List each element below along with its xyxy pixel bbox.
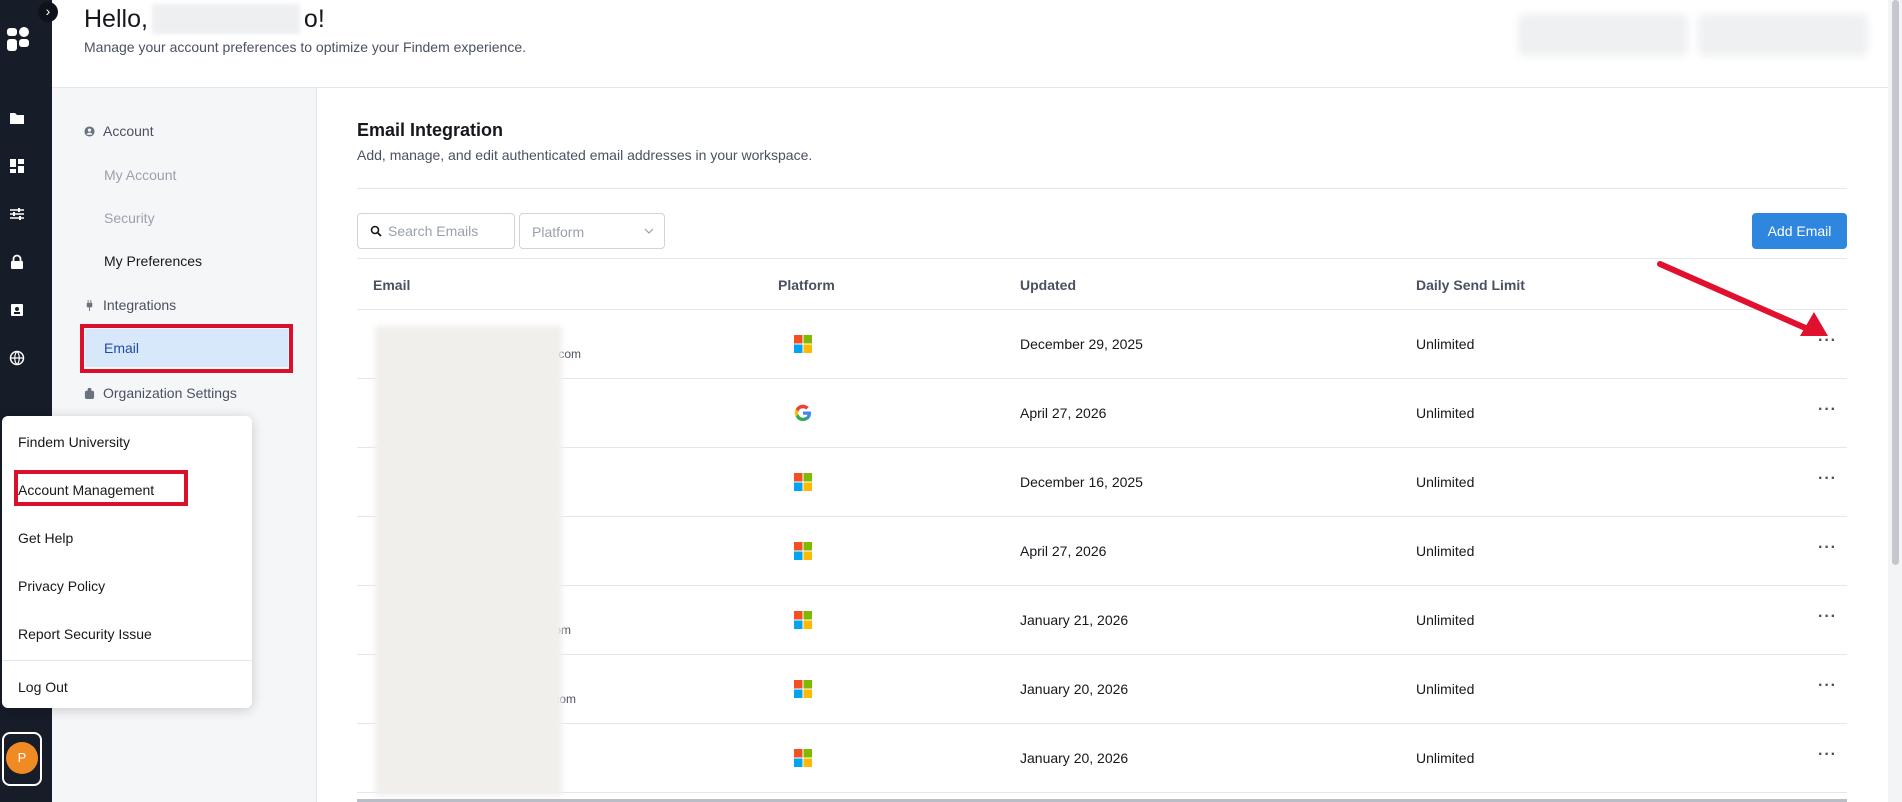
updated-cell: December 29, 2025 xyxy=(1020,336,1143,352)
updated-cell: January 21, 2026 xyxy=(1020,612,1129,628)
table-row[interactable]: nJanuary 20, 2026Unlimited··· xyxy=(357,724,1847,793)
microsoft-icon xyxy=(794,473,812,491)
chevron-down-icon xyxy=(644,228,654,234)
folder-icon[interactable] xyxy=(9,110,25,126)
daily-send-limit-cell: Unlimited xyxy=(1416,612,1475,628)
daily-send-limit-cell: Unlimited xyxy=(1416,681,1475,697)
microsoft-icon xyxy=(794,335,812,353)
more-options-icon[interactable]: ··· xyxy=(1818,470,1837,488)
plug-icon xyxy=(86,299,93,311)
menu-item-log-out[interactable]: Log Out xyxy=(18,679,68,695)
table-body: .comDecember 29, 2025Unlimited···mApril … xyxy=(357,310,1847,793)
updated-cell: April 27, 2026 xyxy=(1020,405,1107,421)
menu-item-findem-university[interactable]: Findem University xyxy=(18,434,130,450)
greeting-suffix: o! xyxy=(303,4,325,33)
main-content: Email Integration Add, manage, and edit … xyxy=(317,88,1888,802)
page-title: Hello, o! xyxy=(84,4,325,34)
annotation-arrow xyxy=(1657,261,1828,336)
building-icon xyxy=(84,387,95,399)
more-options-icon[interactable]: ··· xyxy=(1818,608,1837,626)
more-options-icon[interactable]: ··· xyxy=(1818,539,1837,557)
redacted-header-button[interactable] xyxy=(1518,14,1688,56)
sidebar-section-integrations: Integrations xyxy=(84,297,176,313)
column-header-updated[interactable]: Updated xyxy=(1020,277,1076,293)
search-icon xyxy=(370,225,382,237)
search-box xyxy=(357,213,515,249)
menu-item-get-help[interactable]: Get Help xyxy=(18,530,73,546)
table-row[interactable]: mApril 27, 2026Unlimited··· xyxy=(357,379,1847,448)
platform-select[interactable]: Platform xyxy=(519,213,665,249)
dashboard-icon[interactable] xyxy=(9,158,25,174)
daily-send-limit-cell: Unlimited xyxy=(1416,750,1475,766)
search-input[interactable] xyxy=(388,220,508,242)
section-title: Email Integration xyxy=(357,120,504,140)
sidebar-section-account: Account xyxy=(84,123,154,139)
menu-item-report-security-issue[interactable]: Report Security Issue xyxy=(18,626,152,642)
redacted-name xyxy=(151,4,300,34)
column-header-daily-send-limit[interactable]: Daily Send Limit xyxy=(1416,277,1525,293)
daily-send-limit-cell: Unlimited xyxy=(1416,474,1475,490)
table-row[interactable]: .com January 20, 2026 Unlimited ··· xyxy=(357,655,1847,724)
more-options-icon[interactable]: ··· xyxy=(1818,746,1837,764)
more-options-icon[interactable]: ··· xyxy=(1818,401,1837,419)
daily-send-limit-cell: Unlimited xyxy=(1416,405,1475,421)
updated-cell: April 27, 2026 xyxy=(1020,543,1107,559)
more-options-icon[interactable]: ··· xyxy=(1818,677,1837,695)
redacted-header-button[interactable] xyxy=(1698,14,1868,56)
add-email-button[interactable]: Add Email xyxy=(1752,213,1847,249)
section-subtitle: Add, manage, and edit authenticated emai… xyxy=(357,147,813,163)
microsoft-icon xyxy=(794,611,812,629)
platform-select-label: Platform xyxy=(532,224,585,240)
contacts-icon[interactable] xyxy=(9,302,25,318)
avatar: P xyxy=(6,742,38,774)
findem-logo[interactable] xyxy=(6,26,32,56)
sidebar-item-my-preferences[interactable]: My Preferences xyxy=(104,253,202,269)
sidebar-item-security[interactable]: Security xyxy=(104,210,155,226)
highlight-box-account-management xyxy=(14,470,188,506)
divider xyxy=(357,188,1847,189)
user-menu: Findem University Account Management Get… xyxy=(2,416,252,708)
table-row[interactable]: nDecember 16, 2025Unlimited··· xyxy=(357,448,1847,517)
highlight-box-email xyxy=(80,324,293,373)
redacted-emails xyxy=(375,326,562,796)
lock-icon[interactable] xyxy=(9,254,25,270)
scrollbar-thumb[interactable] xyxy=(1892,0,1899,565)
table-row[interactable]: April 27, 2026 Unlimited ··· xyxy=(357,517,1847,586)
menu-item-privacy-policy[interactable]: Privacy Policy xyxy=(18,578,105,594)
page-header: Hello, o! Manage your account preference… xyxy=(52,0,1888,88)
greeting-prefix: Hello, xyxy=(84,4,148,33)
rail-expand-icon[interactable]: › xyxy=(38,2,58,22)
microsoft-icon xyxy=(794,680,812,698)
updated-cell: December 16, 2025 xyxy=(1020,474,1143,490)
page-subtitle: Manage your account preferences to optim… xyxy=(84,39,527,55)
user-avatar-button[interactable]: P xyxy=(2,732,42,786)
updated-cell: January 20, 2026 xyxy=(1020,750,1129,766)
microsoft-icon xyxy=(794,749,812,767)
column-header-email[interactable]: Email xyxy=(373,277,410,293)
updated-cell: January 20, 2026 xyxy=(1020,681,1129,697)
vertical-scrollbar[interactable] xyxy=(1888,0,1902,802)
email-table: Email Platform Updated Daily Send Limit … xyxy=(357,258,1847,796)
daily-send-limit-cell: Unlimited xyxy=(1416,336,1475,352)
sidebar-section-organization-settings[interactable]: Organization Settings xyxy=(84,385,237,401)
sidebar-item-my-account[interactable]: My Account xyxy=(104,167,176,183)
daily-send-limit-cell: Unlimited xyxy=(1416,543,1475,559)
column-header-platform[interactable]: Platform xyxy=(778,277,835,293)
table-row[interactable]: .com December 29, 2025 Unlimited ··· xyxy=(357,310,1847,379)
google-icon xyxy=(794,404,811,422)
table-row[interactable]: .comJanuary 21, 2026Unlimited··· xyxy=(357,586,1847,655)
microsoft-icon xyxy=(794,542,812,560)
menu-divider xyxy=(2,660,252,661)
globe-icon[interactable] xyxy=(9,350,25,366)
table-header: Email Platform Updated Daily Send Limit xyxy=(357,258,1847,310)
user-circle-icon xyxy=(84,125,95,137)
sliders-icon[interactable] xyxy=(9,206,25,222)
